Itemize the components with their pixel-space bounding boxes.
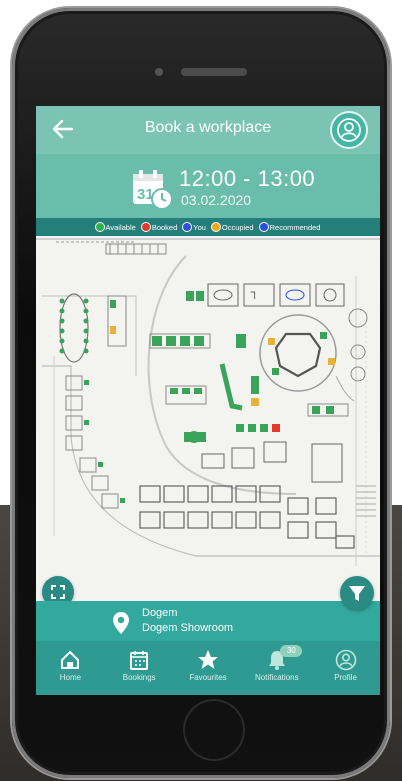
nav-label: Favourites (189, 673, 227, 682)
location-pin-icon (113, 612, 129, 634)
legend-item-available: Available (95, 222, 136, 232)
legend-label: Recommended (269, 222, 321, 232)
meeting-rooms-top[interactable]: ᒣ (186, 283, 345, 307)
user-icon (337, 118, 361, 142)
nav-label: Profile (334, 673, 357, 682)
legend-label: Available (105, 222, 136, 232)
status-legend: Available Booked You Occupied Recommende… (36, 218, 380, 236)
nav-profile[interactable]: Profile (311, 641, 380, 695)
cafe-octagon[interactable] (259, 314, 337, 392)
filter-button[interactable] (340, 576, 374, 610)
legend-item-occupied: Occupied (211, 222, 254, 232)
legend-label: Occupied (221, 222, 254, 232)
recommended-dot-icon (259, 223, 268, 231)
nav-label: Bookings (122, 673, 156, 682)
booked-dot-icon (141, 223, 150, 231)
account-button[interactable] (332, 113, 366, 147)
desk-column-left-seats (84, 380, 125, 503)
booking-date: 03.02.2020 (181, 192, 252, 208)
legend-label: Booked (151, 222, 178, 232)
nav-bookings[interactable]: Bookings (105, 641, 174, 695)
boardroom-table[interactable] (59, 293, 89, 363)
nav-notifications[interactable]: 30 Notifications (242, 641, 311, 695)
booking-time-panel[interactable]: 31 12:00 - 13:00 03.02.2020 (36, 154, 380, 218)
calendar-icon (130, 651, 149, 670)
svg-text:ᒣ: ᒣ (250, 291, 256, 302)
desk-group-left[interactable] (107, 295, 127, 347)
app-bar: Book a workplace (36, 106, 380, 154)
profile-icon (335, 649, 356, 671)
notification-count-badge: 30 (280, 645, 303, 657)
home-hardware-button[interactable] (183, 699, 245, 761)
desk-cluster-available[interactable] (149, 333, 246, 349)
nav-label: Notifications (255, 673, 299, 682)
bottom-navigation: Home Bookings Favourites 30 Notification… (36, 641, 380, 695)
desk-column-left[interactable] (65, 375, 119, 509)
legend-item-recommended: Recommended (259, 222, 321, 232)
legend-item-you: You (183, 223, 206, 232)
location-room: Dogem Showroom (142, 622, 234, 634)
available-dot-icon (95, 223, 104, 231)
nav-label: Home (59, 673, 82, 682)
desk-cluster-booked[interactable] (236, 403, 349, 432)
desk-cluster-middle[interactable] (165, 363, 259, 443)
nav-favourites[interactable]: Favourites (174, 641, 243, 695)
legend-label: You (193, 222, 206, 232)
star-icon (197, 650, 218, 669)
home-icon (61, 650, 80, 669)
filter-icon (349, 586, 365, 601)
round-tables-right[interactable] (335, 308, 368, 402)
speaker-grille (181, 68, 247, 76)
desk-cluster-top[interactable] (105, 243, 167, 255)
you-dot-icon (183, 223, 192, 231)
nav-home[interactable]: Home (36, 641, 105, 695)
location-bar[interactable]: Dogem Dogem Showroom (36, 601, 380, 641)
occupied-dot-icon (211, 223, 220, 231)
calendar-clock-icon: 31 (133, 170, 173, 210)
page-title: Book a workplace (144, 119, 272, 136)
app-screen: Book a workplace 31 12:00 - 13:00 03.02.… (36, 106, 380, 695)
camera (155, 68, 163, 76)
location-name: Dogem (142, 607, 178, 619)
desk-pods-bottom[interactable] (139, 485, 355, 549)
small-rooms[interactable] (201, 441, 343, 483)
time-range: 12:00 - 13:00 (179, 166, 316, 191)
legend-item-booked: Booked (141, 222, 178, 232)
floor-plan-map[interactable]: ᒣ (36, 236, 380, 618)
